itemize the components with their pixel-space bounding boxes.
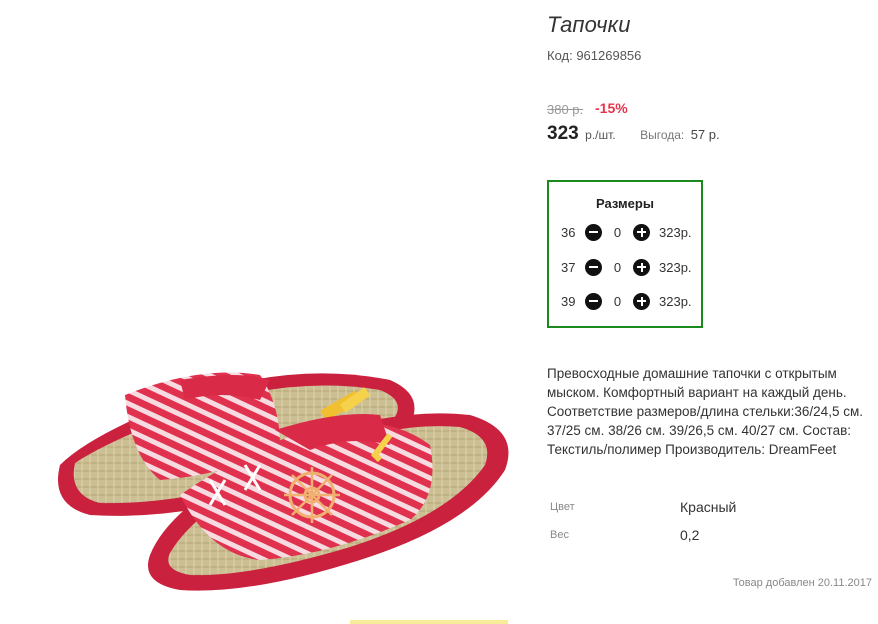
product-title: Тапочки bbox=[547, 12, 631, 37]
decrease-quantity-button[interactable] bbox=[585, 292, 602, 310]
sizes-title: Размеры bbox=[596, 196, 654, 211]
size-row: 37 0 323р. bbox=[561, 258, 692, 276]
image-bottom-bar bbox=[350, 620, 508, 624]
quantity-value: 0 bbox=[613, 224, 622, 240]
decrease-quantity-button[interactable] bbox=[585, 223, 602, 241]
sizes-selector: Размеры 36 0 323р. 37 0 323р. 39 0 323р. bbox=[547, 180, 703, 328]
old-price: 380 р. bbox=[547, 102, 584, 117]
size-price: 323р. bbox=[659, 224, 692, 240]
discount-badge: -15% bbox=[595, 100, 628, 116]
product-code: Код: 961269856 bbox=[547, 48, 642, 63]
decrease-quantity-button[interactable] bbox=[585, 258, 602, 276]
size-price: 323р. bbox=[659, 259, 692, 275]
size-label: 36 bbox=[561, 224, 576, 240]
property-label-color: Цвет bbox=[550, 501, 575, 513]
ship-wheel-emblem bbox=[284, 467, 340, 523]
product-description: Превосходные домашние тапочки с открытым… bbox=[547, 366, 863, 457]
size-price: 323р. bbox=[659, 293, 692, 309]
increase-quantity-button[interactable] bbox=[633, 292, 650, 310]
quantity-value: 0 bbox=[613, 259, 622, 275]
price-row: 323 р./шт. Выгода: 57 р. bbox=[547, 123, 720, 145]
increase-quantity-button[interactable] bbox=[633, 223, 650, 241]
benefit-label: Выгода: bbox=[640, 128, 685, 142]
product-photo[interactable] bbox=[30, 355, 520, 600]
size-label: 37 bbox=[561, 259, 576, 275]
size-row: 39 0 323р. bbox=[561, 292, 692, 310]
size-row: 36 0 323р. bbox=[561, 223, 692, 241]
property-label-weight: Вес bbox=[550, 529, 569, 541]
property-value-weight: 0,2 bbox=[680, 527, 700, 543]
increase-quantity-button[interactable] bbox=[633, 258, 650, 276]
property-value-color: Красный bbox=[680, 499, 737, 515]
size-label: 39 bbox=[561, 293, 576, 309]
product-image-area bbox=[0, 0, 530, 624]
benefit-value: 57 р. bbox=[690, 127, 720, 142]
quantity-value: 0 bbox=[613, 293, 622, 309]
price-value: 323 bbox=[547, 123, 579, 144]
price-unit: р./шт. bbox=[585, 128, 616, 142]
added-date: Товар добавлен 20.11.2017 bbox=[732, 577, 872, 589]
